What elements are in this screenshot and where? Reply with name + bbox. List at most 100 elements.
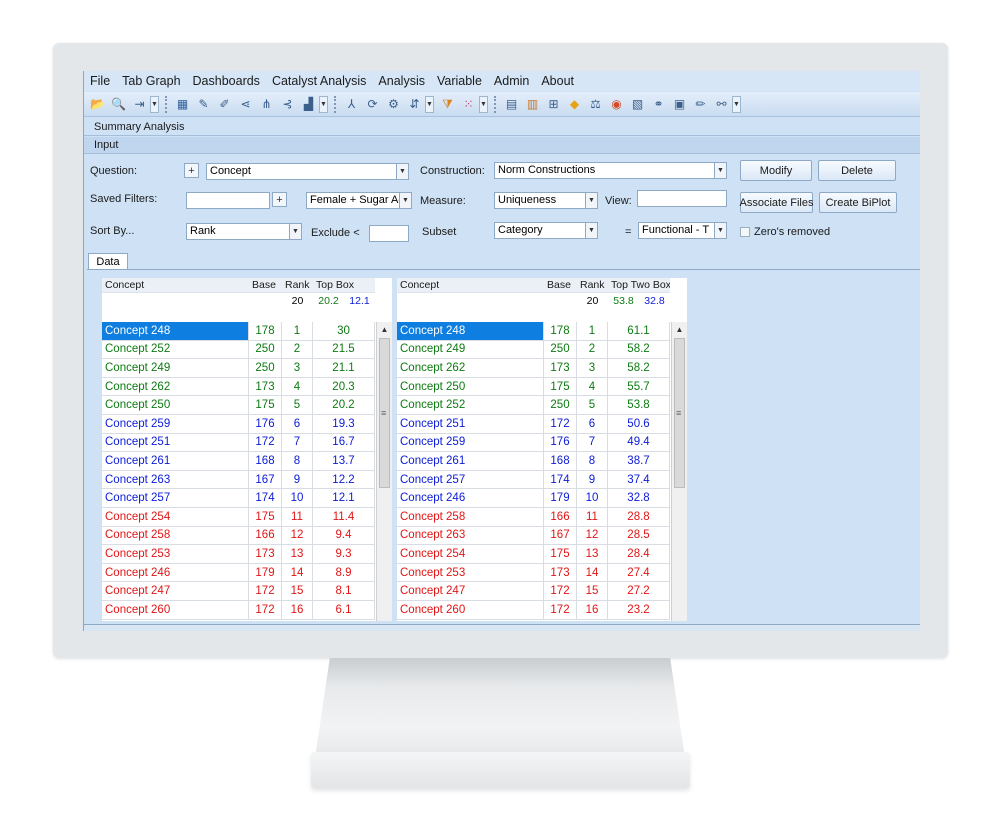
gear-cluster-icon[interactable]: ⚙ bbox=[385, 96, 402, 113]
menu-about[interactable]: About bbox=[541, 74, 574, 88]
table-row[interactable]: Concept 254 175 13 28.4 bbox=[397, 545, 670, 564]
chevron-down-icon[interactable]: ▼ bbox=[585, 223, 597, 238]
compass-icon[interactable]: ◉ bbox=[608, 96, 625, 113]
question-add-button[interactable]: + bbox=[184, 163, 199, 178]
table-row[interactable]: Concept 247 172 15 8.1 bbox=[102, 582, 375, 601]
menu-analysis[interactable]: Analysis bbox=[378, 74, 425, 88]
share-icon[interactable]: ⋖ bbox=[237, 96, 254, 113]
chevron-down-icon[interactable]: ▼ bbox=[425, 95, 434, 113]
link-icon[interactable]: ⚭ bbox=[650, 96, 667, 113]
import-icon[interactable]: ⇥ bbox=[131, 96, 148, 113]
network-icon[interactable]: ⋔ bbox=[258, 96, 275, 113]
table-row[interactable]: Concept 253 173 14 27.4 bbox=[397, 563, 670, 583]
associate-files-button[interactable]: Associate Files bbox=[740, 192, 814, 213]
chevron-down-icon[interactable]: ▼ bbox=[714, 163, 726, 178]
calendar-icon[interactable]: ▥ bbox=[524, 96, 541, 113]
menu-admin[interactable]: Admin bbox=[494, 74, 529, 88]
table-row[interactable]: Concept 251 172 7 16.7 bbox=[102, 433, 375, 453]
chart-icon[interactable]: ▦ bbox=[174, 96, 191, 113]
column-header-top-box[interactable]: Top Box bbox=[313, 278, 375, 292]
column-header-rank[interactable]: Rank bbox=[282, 278, 313, 292]
menu-catalyst-analysis[interactable]: Catalyst Analysis bbox=[272, 74, 366, 88]
table-row[interactable]: Concept 257 174 10 12.1 bbox=[102, 489, 375, 508]
hierarchy-icon[interactable]: ⅄ bbox=[343, 96, 360, 113]
table-row[interactable]: Concept 263 167 9 12.2 bbox=[102, 470, 375, 490]
table-row[interactable]: Concept 263 167 12 28.5 bbox=[397, 526, 670, 546]
report-icon[interactable]: ▧ bbox=[629, 96, 646, 113]
view-input[interactable] bbox=[637, 190, 727, 207]
column-header-base[interactable]: Base bbox=[249, 278, 282, 292]
column-header-base[interactable]: Base bbox=[544, 278, 577, 292]
funnel-icon[interactable]: ⧩ bbox=[439, 96, 456, 113]
chevron-down-icon[interactable]: ▼ bbox=[319, 95, 328, 113]
image-icon[interactable]: ▣ bbox=[671, 96, 688, 113]
vertical-scrollbar[interactable]: ▲ ≡ bbox=[376, 322, 392, 621]
filter-arrow-icon[interactable]: ⇵ bbox=[406, 96, 423, 113]
table-row[interactable]: Concept 253 173 13 9.3 bbox=[102, 545, 375, 564]
chevron-down-icon[interactable]: ▼ bbox=[396, 164, 408, 179]
table-row[interactable]: Concept 262 173 3 58.2 bbox=[397, 359, 670, 378]
column-header-concept[interactable]: Concept bbox=[397, 278, 544, 292]
table-row[interactable]: Concept 250 175 4 55.7 bbox=[397, 377, 670, 397]
chevron-down-icon[interactable]: ▼ bbox=[150, 95, 159, 113]
scroll-up-icon[interactable]: ▲ bbox=[672, 322, 687, 336]
table-row[interactable]: Concept 258 166 12 9.4 bbox=[102, 526, 375, 546]
subset-filter-select[interactable]: Functional - T ▼ bbox=[638, 222, 727, 239]
balance-icon[interactable]: ⚖ bbox=[587, 96, 604, 113]
menu-file[interactable]: File bbox=[90, 74, 110, 88]
sort-by-select[interactable]: Rank ▼ bbox=[186, 223, 302, 240]
table-row[interactable]: Concept 260 172 16 23.2 bbox=[397, 600, 670, 620]
scroll-up-icon[interactable]: ▲ bbox=[377, 322, 392, 336]
table-row[interactable]: Concept 246 179 10 32.8 bbox=[397, 489, 670, 508]
table-row[interactable]: Concept 259 176 6 19.3 bbox=[102, 414, 375, 434]
create-biplot-button[interactable]: Create BiPlot bbox=[819, 192, 897, 213]
delete-button[interactable]: Delete bbox=[818, 160, 896, 181]
table-row[interactable]: Concept 261 168 8 13.7 bbox=[102, 452, 375, 471]
add-box-icon[interactable]: ⊞ bbox=[545, 96, 562, 113]
table-row[interactable]: Concept 252 250 5 53.8 bbox=[397, 396, 670, 415]
bike-icon[interactable]: ⚯ bbox=[713, 96, 730, 113]
subset-select[interactable]: Category ▼ bbox=[494, 222, 598, 239]
grid-dots-icon[interactable]: ⁙ bbox=[460, 96, 477, 113]
table-row[interactable]: Concept 262 173 4 20.3 bbox=[102, 377, 375, 397]
table-row[interactable]: Concept 252 250 2 21.5 bbox=[102, 340, 375, 360]
scrollbar-thumb[interactable]: ≡ bbox=[674, 338, 685, 488]
question-select[interactable]: Concept ▼ bbox=[206, 163, 409, 180]
edit-icon[interactable]: ✏ bbox=[692, 96, 709, 113]
cycle-icon[interactable]: ⟳ bbox=[364, 96, 381, 113]
saved-filters-input[interactable] bbox=[186, 192, 270, 209]
table-row[interactable]: Concept 246 179 14 8.9 bbox=[102, 563, 375, 583]
measure-select[interactable]: Uniqueness ▼ bbox=[494, 192, 598, 209]
table-row[interactable]: Concept 259 176 7 49.4 bbox=[397, 433, 670, 453]
scrollbar-thumb[interactable]: ≡ bbox=[379, 338, 390, 488]
table-row[interactable]: Concept 261 168 8 38.7 bbox=[397, 452, 670, 471]
menu-dashboards[interactable]: Dashboards bbox=[193, 74, 260, 88]
input-section-header[interactable]: Input bbox=[84, 137, 920, 154]
table-row[interactable]: Concept 258 166 11 28.8 bbox=[397, 507, 670, 527]
tab-data[interactable]: Data bbox=[88, 253, 128, 270]
table-row[interactable]: Concept 248 178 1 61.1 bbox=[397, 322, 670, 341]
table-row[interactable]: Concept 249 250 3 21.1 bbox=[102, 359, 375, 378]
chevron-down-icon[interactable]: ▼ bbox=[479, 95, 488, 113]
table-row[interactable]: Concept 249 250 2 58.2 bbox=[397, 340, 670, 360]
menu-tab-graph[interactable]: Tab Graph bbox=[122, 74, 180, 88]
zoom-icon[interactable]: 🔍 bbox=[110, 96, 127, 113]
pen-icon[interactable]: ✎ bbox=[195, 96, 212, 113]
saved-filters-add-button[interactable]: + bbox=[272, 192, 287, 207]
menu-variable[interactable]: Variable bbox=[437, 74, 482, 88]
chevron-down-icon[interactable]: ▼ bbox=[289, 224, 301, 239]
construction-select[interactable]: Norm Constructions ▼ bbox=[494, 162, 727, 179]
chevron-down-icon[interactable]: ▼ bbox=[399, 193, 411, 208]
table-row[interactable]: Concept 247 172 15 27.2 bbox=[397, 582, 670, 601]
filter-select[interactable]: Female + Sugar Ac ▼ bbox=[306, 192, 412, 209]
table-row[interactable]: Concept 254 175 11 11.4 bbox=[102, 507, 375, 527]
open-folder-icon[interactable]: 📂 bbox=[89, 96, 106, 113]
vertical-scrollbar[interactable]: ▲ ≡ bbox=[671, 322, 687, 621]
table-row[interactable]: Concept 248 178 1 30 bbox=[102, 322, 375, 341]
zeros-removed-checkbox[interactable] bbox=[740, 227, 750, 237]
modify-button[interactable]: Modify bbox=[740, 160, 812, 181]
chevron-down-icon[interactable]: ▼ bbox=[732, 95, 741, 113]
table-row[interactable]: Concept 251 172 6 50.6 bbox=[397, 414, 670, 434]
column-header-concept[interactable]: Concept bbox=[102, 278, 249, 292]
column-header-top-two-box[interactable]: Top Two Box bbox=[608, 278, 670, 292]
